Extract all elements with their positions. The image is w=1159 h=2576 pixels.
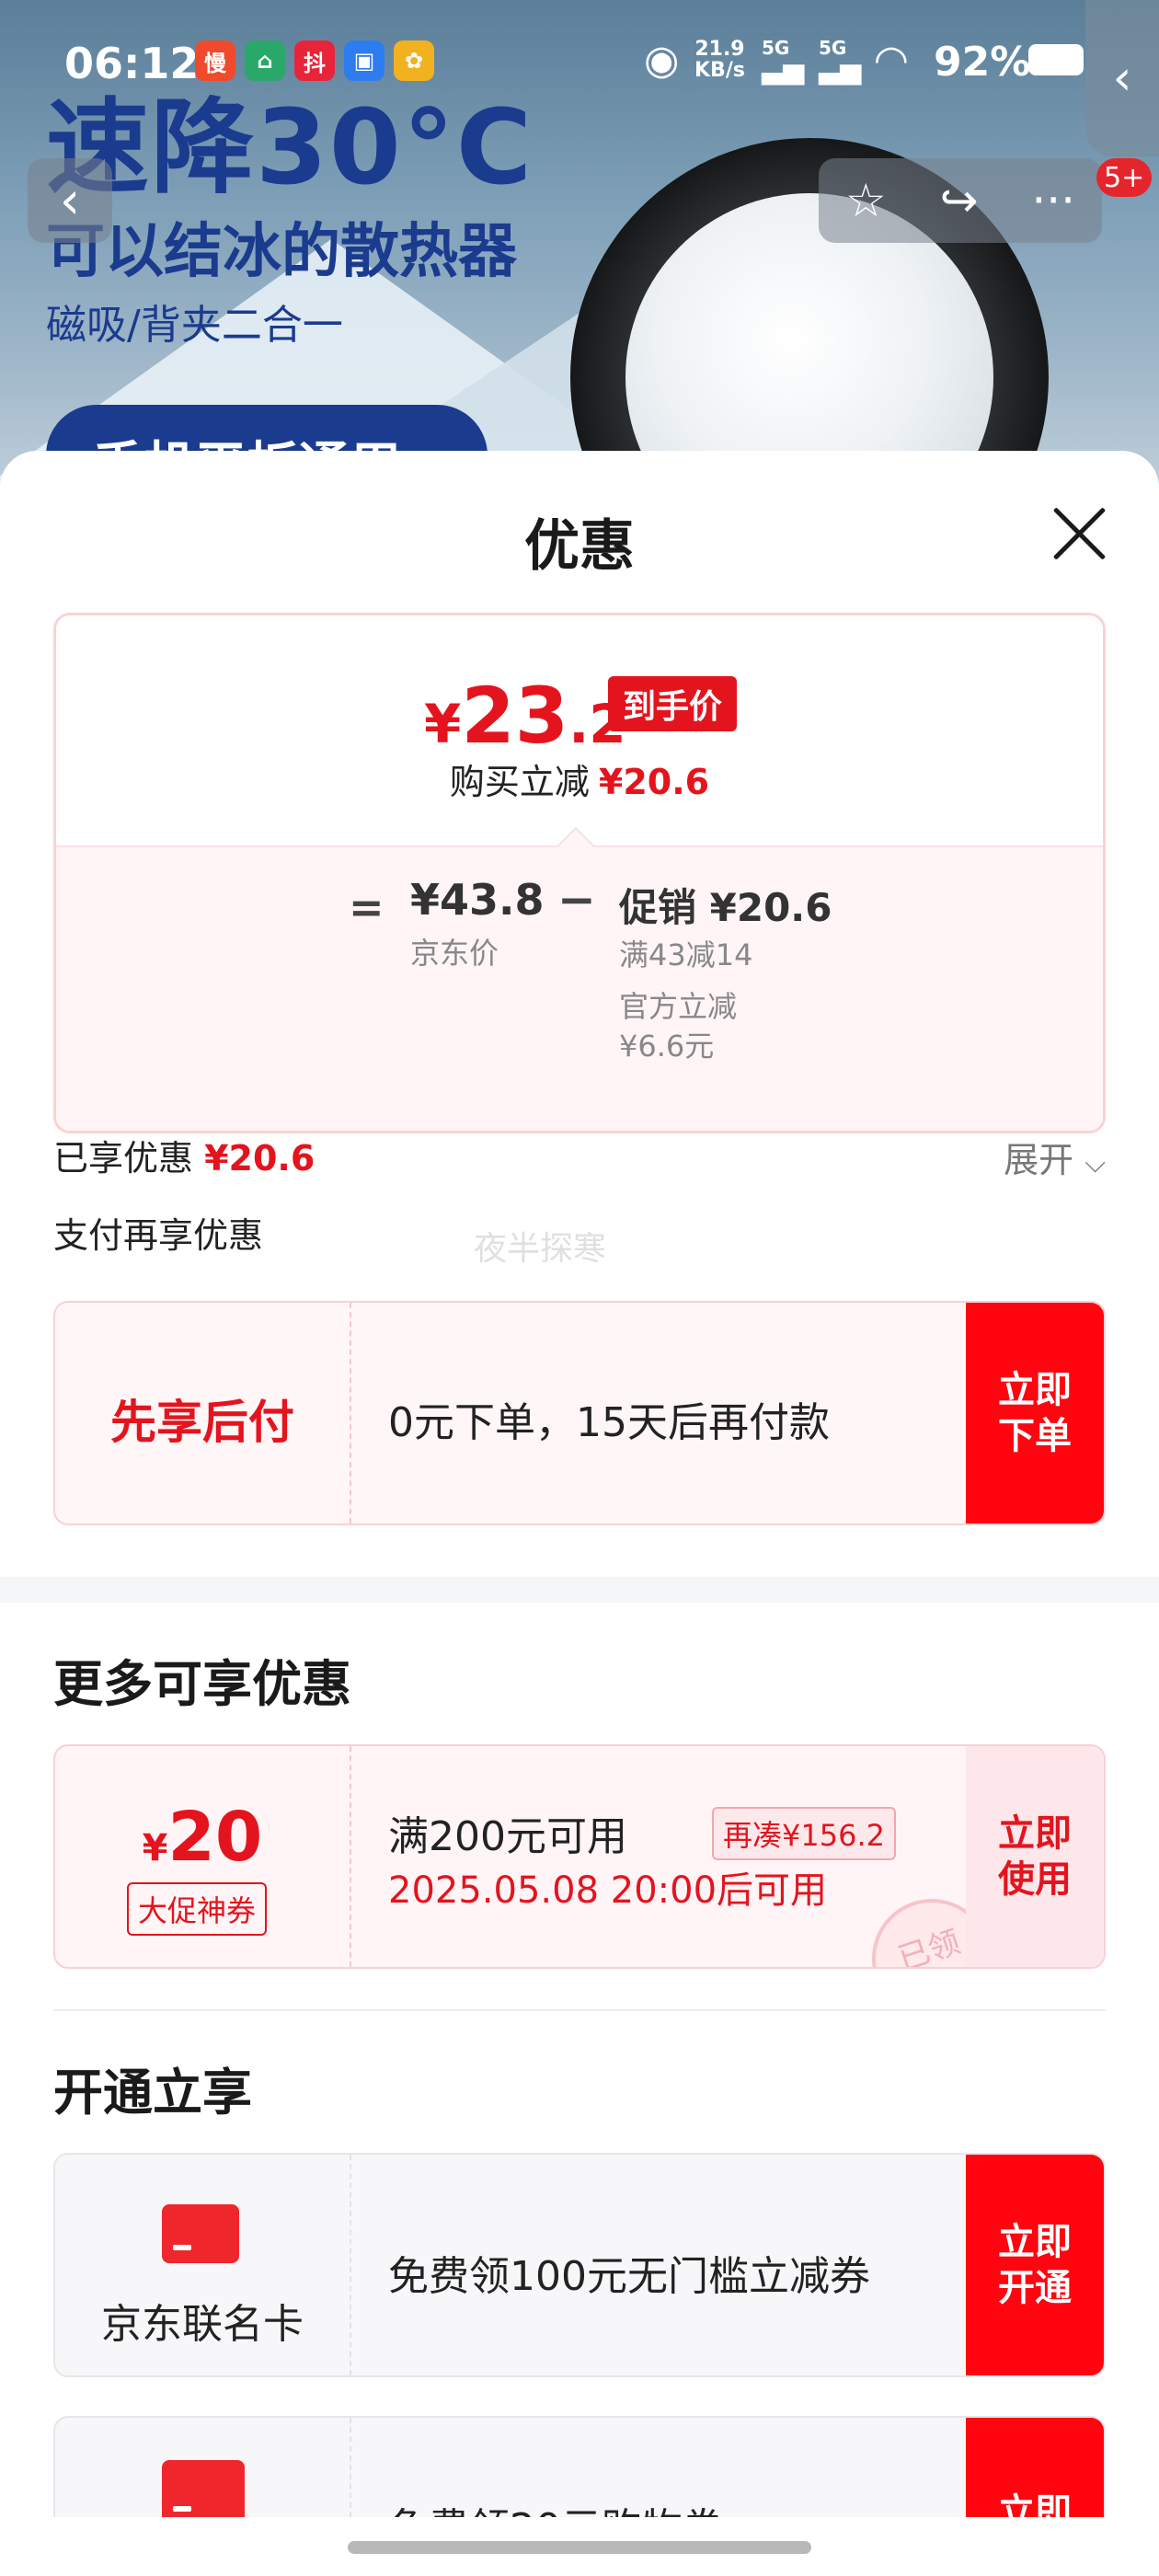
wifi-icon: ◠	[876, 37, 907, 84]
price-summary: ¥23.2 到手价 购买立减 ¥20.6	[56, 615, 1103, 845]
net-speed: 21.9 KB/s	[694, 39, 745, 81]
signal-icon: ▃▅	[762, 53, 805, 86]
coupon-condition: 满200元可用	[388, 1813, 627, 1860]
net-speed-value: 21.9	[694, 38, 745, 61]
flower-app-icon: ✿	[394, 40, 434, 81]
shopping-coupon-desc: 免费领20元购物券	[388, 2495, 723, 2517]
coupon-gap-tag: 再凑¥156.2	[712, 1807, 896, 1860]
more-icon[interactable]: ···	[1031, 174, 1075, 227]
promo-amount: 促销 ¥20.6	[619, 885, 832, 930]
enjoyed-amount: ¥20.6	[204, 1138, 316, 1179]
home-app-icon: ⌂	[245, 40, 285, 81]
pay-later-card[interactable]: 先享后付 0元下单，15天后再付款 立即下单	[53, 1301, 1106, 1525]
promo-app-icon: 抖	[294, 40, 335, 81]
flower-app-icon-glyph: ✿	[404, 48, 424, 74]
share-icon[interactable]: ↪	[940, 174, 979, 227]
claim-button[interactable]: 立即	[966, 2418, 1104, 2517]
sheet-title: 优惠	[524, 514, 635, 579]
battery-icon	[1028, 44, 1084, 75]
wallet-icon	[162, 2460, 245, 2517]
coupon-type-tag: 大促神券	[127, 1882, 268, 1936]
use-now-label: 立即使用	[998, 1812, 1072, 1901]
coupon-amount: ¥20	[55, 1798, 350, 1877]
promo-detail: 官方立减	[619, 989, 738, 1024]
coupon-currency: ¥	[142, 1827, 168, 1869]
claim-label: 立即	[998, 2491, 1072, 2517]
banner-subline2: 磁吸/背夹二合一	[46, 302, 343, 349]
status-bar: 06:12 慢 ⌂ 抖 ▣ ✿ ◉ 21.9 KB/s 5G ▃▅ 5G ▃▅ …	[0, 0, 1159, 124]
coupon-date: 2025.05.08 20:00后可用	[388, 1869, 828, 1912]
use-now-button[interactable]: 立即使用	[966, 1746, 1104, 1967]
coupon-card[interactable]: ¥20 大促神券 满200元可用 再凑¥156.2 2025.05.08 20:…	[53, 1744, 1106, 1969]
pay-later-title: 先享后付	[110, 1396, 294, 1449]
divider-line	[53, 2009, 1106, 2011]
coupon-value: 20	[167, 1798, 263, 1877]
top-action-group: ☆ ↪ ···	[819, 158, 1102, 243]
home-app-icon-glyph: ⌂	[257, 48, 273, 74]
signal-icon: ▃▅	[819, 53, 862, 86]
chevron-down-icon: ⌵	[1084, 1147, 1106, 1179]
promo-detail: ¥6.6元	[619, 1029, 715, 1064]
final-price-currency: ¥	[424, 693, 462, 755]
man-app-icon: 慢	[195, 40, 235, 81]
cobrand-card-name: 京东联名卡	[101, 2301, 304, 2348]
price-breakdown-card: ¥23.2 到手价 购买立减 ¥20.6 = ¥43.8 京东价 − 促销 ¥20…	[53, 613, 1106, 1133]
man-app-icon-glyph: 慢	[204, 50, 226, 76]
pay-later-desc: 0元下单，15天后再付款	[388, 1399, 830, 1446]
location-icon: ◉	[644, 37, 680, 84]
expand-label: 展开	[1004, 1140, 1074, 1180]
square-app-icon: ▣	[344, 40, 384, 81]
square-app-icon-glyph: ▣	[353, 48, 375, 74]
jd-price: ¥43.8	[410, 875, 545, 925]
minus-sign: −	[557, 873, 596, 926]
reduction-line: 购买立减 ¥20.6	[56, 753, 1103, 804]
pay-more-label: 支付再享优惠	[53, 1215, 264, 1256]
favorite-star-icon[interactable]: ☆	[845, 174, 887, 227]
status-time: 06:12	[64, 39, 200, 88]
enjoyed-discount: 已享优惠 ¥20.6	[53, 1130, 315, 1180]
side-back-icon[interactable]: ‹	[1085, 0, 1159, 156]
order-now-button[interactable]: 立即下单	[966, 1303, 1104, 1524]
banner-subline: 可以结冰的散热器	[46, 218, 517, 286]
equals-sign: =	[349, 882, 384, 932]
final-price-tag: 到手价	[608, 676, 738, 731]
section-divider	[0, 1577, 1159, 1603]
open-now-button[interactable]: 立即开通	[966, 2155, 1104, 2375]
open-offers-title: 开通立享	[53, 2064, 252, 2122]
battery-percent: 92%	[934, 39, 1031, 86]
back-button[interactable]: ‹	[28, 158, 112, 243]
expand-button[interactable]: 展开 ⌵	[1004, 1132, 1106, 1182]
home-indicator[interactable]	[348, 2541, 811, 2554]
enjoyed-label: 已享优惠	[53, 1138, 194, 1179]
reduction-label: 购买立减	[449, 762, 590, 802]
credit-card-icon	[162, 2204, 239, 2263]
discount-sheet: 优惠 ¥23.2 到手价 购买立减 ¥20.6 = ¥43.8 京东价 − 促销 …	[0, 451, 1159, 2576]
message-count-badge: 5+	[1096, 158, 1153, 197]
open-now-label: 立即开通	[998, 2221, 1072, 2309]
net-speed-unit: KB/s	[694, 59, 745, 83]
watermark-text: 夜半探寒	[474, 1230, 607, 1268]
more-offers-title: 更多可享优惠	[53, 1655, 351, 1713]
close-icon[interactable]	[1051, 506, 1107, 561]
shopping-coupon-offer[interactable]: 免费领20元购物券 立即	[53, 2416, 1106, 2517]
promo-detail: 满43减14	[619, 937, 753, 972]
order-now-label: 立即下单	[998, 1369, 1072, 1457]
cobrand-card-offer[interactable]: 京东联名卡 免费领100元无门槛立减券 立即开通	[53, 2153, 1106, 2377]
final-price: ¥23.2	[424, 671, 626, 761]
jd-price-label: 京东价	[410, 936, 499, 971]
reduction-amount: ¥20.6	[598, 762, 710, 802]
final-price-integer: 23	[461, 671, 569, 761]
promo-app-icon-glyph: 抖	[304, 50, 326, 76]
cobrand-card-desc: 免费领100元无门槛立减券	[388, 2253, 870, 2300]
